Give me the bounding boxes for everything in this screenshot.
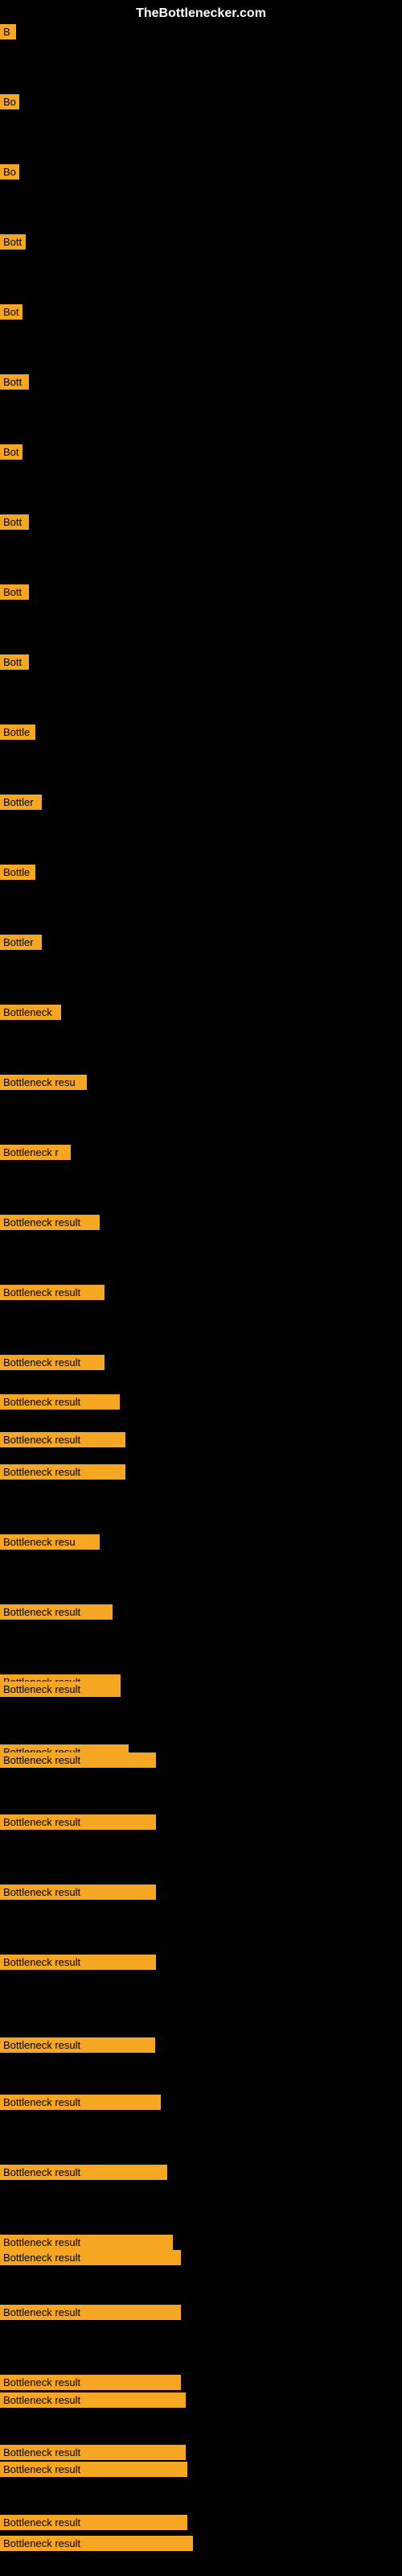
bottleneck-label: Bottleneck result	[0, 1682, 121, 1697]
bottleneck-label: Bottle	[0, 865, 35, 880]
bottleneck-label: Bottleneck result	[0, 2250, 181, 2265]
bottleneck-label: Bottleneck resu	[0, 1075, 87, 1090]
bottleneck-label: Bot	[0, 444, 23, 460]
bottleneck-label: Bottleneck resu	[0, 1534, 100, 1550]
bottleneck-label: Bottleneck result	[0, 2165, 167, 2180]
bottleneck-label: Bottleneck result	[0, 2462, 187, 2477]
bottleneck-label: B	[0, 24, 16, 39]
bottleneck-label: Bottleneck result	[0, 1752, 156, 1768]
bottleneck-label: Bottleneck result	[0, 2392, 186, 2408]
bottleneck-label: Bottleneck result	[0, 2095, 161, 2110]
bottleneck-label: Bo	[0, 94, 19, 109]
site-title: TheBottlenecker.com	[136, 6, 266, 21]
bottleneck-label: Bottleneck result	[0, 1432, 125, 1447]
bottleneck-label: Bottleneck result	[0, 1464, 125, 1480]
bottleneck-label: Bottleneck result	[0, 2375, 181, 2390]
bottleneck-label: Bott	[0, 374, 29, 390]
bottleneck-label: Bottler	[0, 795, 42, 810]
bottleneck-label: Bott	[0, 584, 29, 600]
bottleneck-label: Bott	[0, 654, 29, 670]
bottleneck-label: Bott	[0, 234, 26, 250]
bottleneck-label: Bottler	[0, 935, 42, 950]
bottleneck-label: Bottleneck result	[0, 1394, 120, 1410]
bottleneck-label: Bottleneck	[0, 1005, 61, 1020]
bottleneck-label: Bottleneck r	[0, 1145, 71, 1160]
bottleneck-label: Bottleneck result	[0, 2445, 186, 2460]
bottleneck-label: Bottleneck result	[0, 1955, 156, 1970]
bottleneck-label: Bottleneck result	[0, 1604, 113, 1620]
bottleneck-label: Bottleneck result	[0, 2235, 173, 2250]
bottleneck-label: Bottleneck result	[0, 1215, 100, 1230]
bottleneck-label: Bottleneck result	[0, 2515, 187, 2530]
bottleneck-label: Bottleneck result	[0, 1814, 156, 1830]
bottleneck-label: Bot	[0, 304, 23, 320]
bottleneck-label: Bottle	[0, 724, 35, 740]
bottleneck-label: Bottleneck result	[0, 1885, 156, 1900]
bottleneck-label: Bo	[0, 164, 19, 180]
bottleneck-label: Bott	[0, 514, 29, 530]
bottleneck-label: Bottleneck result	[0, 2037, 155, 2053]
bottleneck-label: Bottleneck result	[0, 2536, 193, 2551]
bottleneck-label: Bottleneck result	[0, 1355, 105, 1370]
bottleneck-label: Bottleneck result	[0, 1285, 105, 1300]
bottleneck-label: Bottleneck result	[0, 2305, 181, 2320]
